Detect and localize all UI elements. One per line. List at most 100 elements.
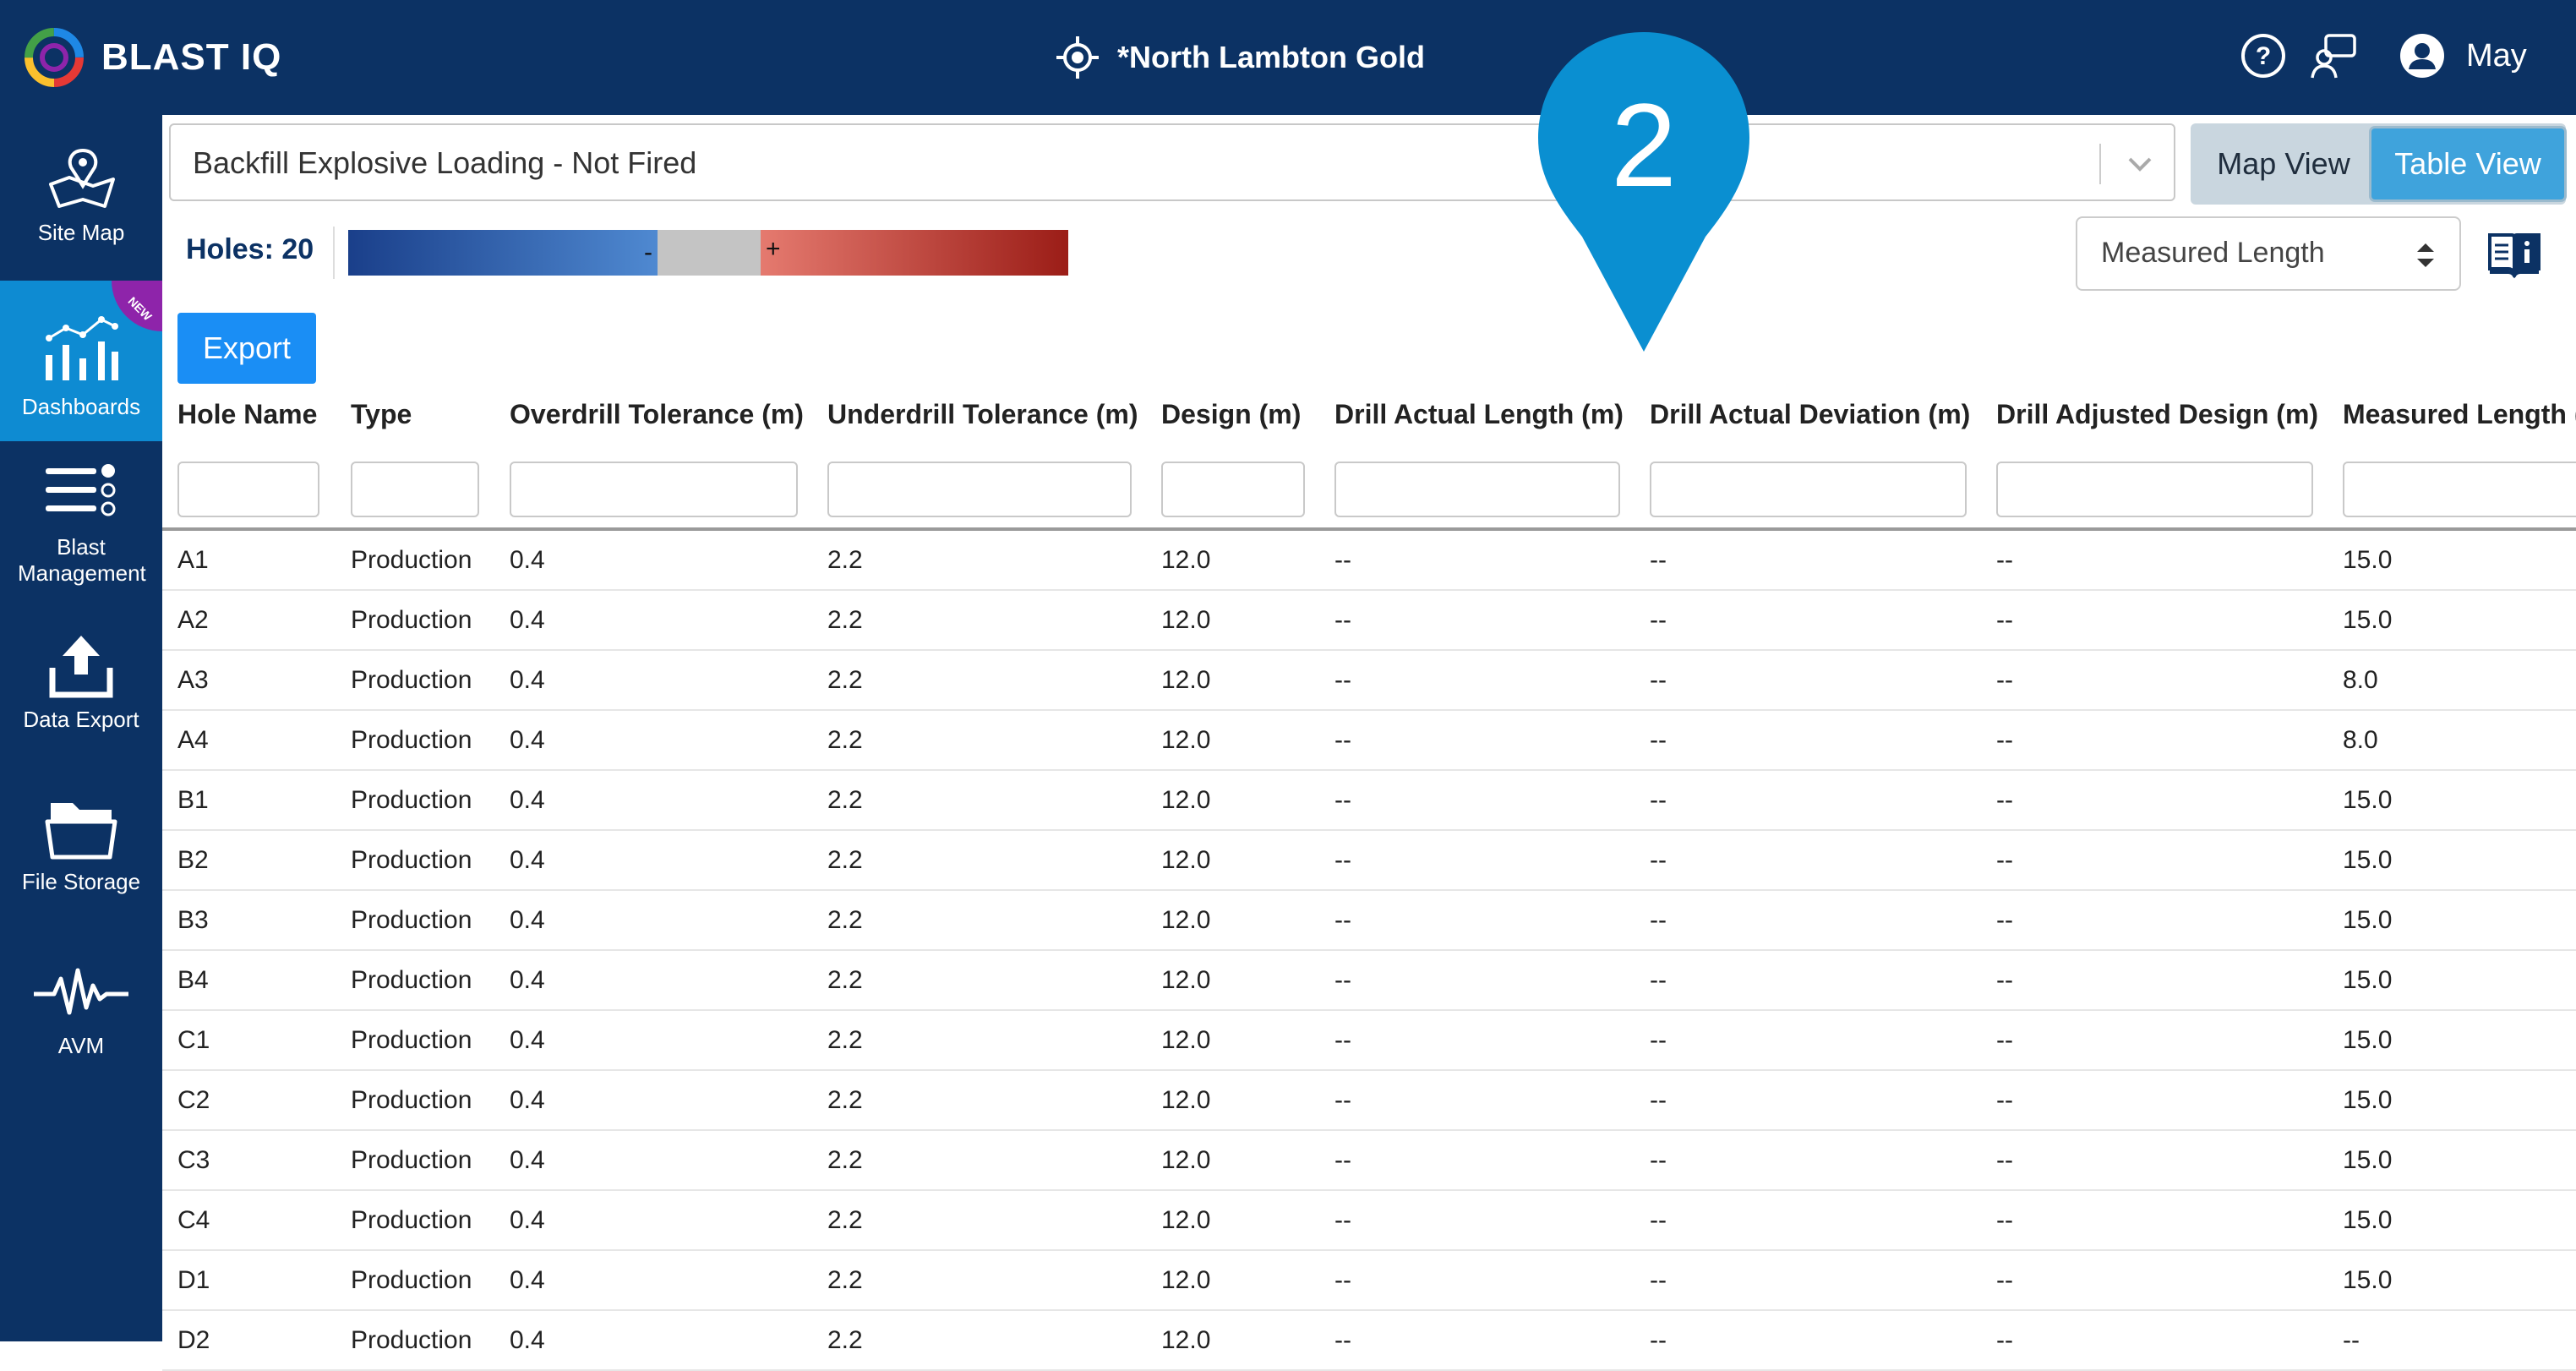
column-header-drill-actual-deviation[interactable]: Drill Actual Deviation (m)	[1650, 399, 1970, 430]
measure-select[interactable]: Measured Length	[2076, 216, 2461, 291]
filter-input-hole-name[interactable]	[177, 462, 319, 517]
blastiq-logo[interactable]: BLAST IQ	[20, 24, 281, 91]
table-row[interactable]: A4 Production 0.4 2.2 12.0 -- -- -- 8.0	[162, 711, 2576, 771]
sidebar-item-blast-management[interactable]: Blast Management	[0, 462, 162, 605]
cell-design: 12.0	[1161, 546, 1211, 574]
cell-overdrill-tolerance: 0.4	[510, 606, 545, 634]
export-button[interactable]: Export	[177, 313, 316, 384]
filter-input-overdrill-tolerance[interactable]	[510, 462, 798, 517]
chevron-down-icon[interactable]	[2120, 144, 2160, 184]
cell-overdrill-tolerance: 0.4	[510, 906, 545, 934]
table-row[interactable]: B1 Production 0.4 2.2 12.0 -- -- -- 15.0	[162, 771, 2576, 831]
column-header-design[interactable]: Design (m)	[1161, 399, 1301, 430]
cell-measured-length: 8.0	[2343, 666, 2378, 694]
sidebar: Site Map NEW Dashboards Blast Management	[0, 115, 162, 1341]
table-row[interactable]: B4 Production 0.4 2.2 12.0 -- -- -- 15.0	[162, 951, 2576, 1011]
cell-measured-length: 15.0	[2343, 1266, 2393, 1294]
legend-mid-segment	[658, 230, 761, 276]
filter-input-measured-length[interactable]	[2343, 462, 2576, 517]
table-row[interactable]: C1 Production 0.4 2.2 12.0 -- -- -- 15.0	[162, 1011, 2576, 1071]
cell-measured-length: 8.0	[2343, 726, 2378, 754]
cell-drill-actual-length: --	[1334, 546, 1351, 574]
sidebar-item-label: Site Map	[37, 220, 125, 245]
table-row[interactable]: B2 Production 0.4 2.2 12.0 -- -- -- 15.0	[162, 831, 2576, 891]
user-menu[interactable]: May	[2399, 29, 2527, 83]
cell-underdrill-tolerance: 2.2	[827, 606, 863, 634]
info-book-icon[interactable]	[2486, 227, 2542, 279]
cell-underdrill-tolerance: 2.2	[827, 726, 863, 754]
cell-design: 12.0	[1161, 1146, 1211, 1174]
map-view-button[interactable]: Map View	[2201, 128, 2366, 199]
feedback-icon[interactable]	[2311, 32, 2358, 79]
table-row[interactable]: B3 Production 0.4 2.2 12.0 -- -- -- 15.0	[162, 891, 2576, 951]
filter-input-design[interactable]	[1161, 462, 1305, 517]
table-row[interactable]: C2 Production 0.4 2.2 12.0 -- -- -- 15.0	[162, 1071, 2576, 1131]
cell-drill-adjusted-design: --	[1996, 1326, 2013, 1354]
column-header-drill-actual-length[interactable]: Drill Actual Length (m)	[1334, 399, 1624, 430]
folder-icon	[45, 803, 117, 860]
table-row[interactable]: D1 Production 0.4 2.2 12.0 -- -- -- 15.0	[162, 1251, 2576, 1311]
sidebar-item-data-export[interactable]: Data Export	[0, 634, 162, 761]
sidebar-item-dashboards[interactable]: NEW Dashboards	[0, 281, 162, 441]
cell-drill-actual-deviation: --	[1650, 666, 1667, 694]
cell-overdrill-tolerance: 0.4	[510, 726, 545, 754]
sort-arrows-icon	[2417, 243, 2434, 267]
cell-underdrill-tolerance: 2.2	[827, 1026, 863, 1054]
table-row[interactable]: C3 Production 0.4 2.2 12.0 -- -- -- 15.0	[162, 1131, 2576, 1191]
column-header-type[interactable]: Type	[351, 399, 412, 430]
site-selector[interactable]: *North Lambton Gold	[1055, 30, 1425, 85]
cell-drill-actual-deviation: --	[1650, 846, 1667, 874]
cell-hole-name: B1	[177, 786, 209, 814]
table-row[interactable]: A3 Production 0.4 2.2 12.0 -- -- -- 8.0	[162, 651, 2576, 711]
cell-measured-length: 15.0	[2343, 1086, 2393, 1114]
measure-select-value: Measured Length	[2101, 237, 2325, 269]
cell-drill-actual-deviation: --	[1650, 1086, 1667, 1114]
cell-measured-length: --	[2343, 1326, 2360, 1354]
sidebar-item-site-map[interactable]: Site Map	[0, 147, 162, 274]
sidebar-item-file-storage[interactable]: File Storage	[0, 796, 162, 923]
step-marker-pin: 2	[1538, 32, 1749, 352]
column-header-drill-adjusted-design[interactable]: Drill Adjusted Design (m)	[1996, 399, 2318, 430]
brand-name: BLAST IQ	[101, 36, 282, 78]
column-header-hole-name[interactable]: Hole Name	[177, 399, 317, 430]
cell-hole-name: D1	[177, 1266, 210, 1294]
table-row[interactable]: C4 Production 0.4 2.2 12.0 -- -- -- 15.0	[162, 1191, 2576, 1251]
cell-hole-name: A3	[177, 666, 209, 694]
legend-high-segment: +	[761, 230, 1068, 276]
cell-underdrill-tolerance: 2.2	[827, 846, 863, 874]
table-row[interactable]: A1 Production 0.4 2.2 12.0 -- -- -- 15.0	[162, 531, 2576, 591]
column-header-underdrill-tolerance[interactable]: Underdrill Tolerance (m)	[827, 399, 1138, 430]
filter-input-type[interactable]	[351, 462, 479, 517]
sidebar-item-label: AVM	[57, 1033, 105, 1058]
cell-design: 12.0	[1161, 1326, 1211, 1354]
cell-hole-name: A1	[177, 546, 209, 574]
cell-type: Production	[351, 966, 472, 994]
blast-select[interactable]: Backfill Explosive Loading - Not Fired	[169, 123, 2175, 201]
cell-drill-actual-deviation: --	[1650, 606, 1667, 634]
cell-measured-length: 15.0	[2343, 906, 2393, 934]
crosshair-icon	[1056, 36, 1099, 79]
cell-design: 12.0	[1161, 1026, 1211, 1054]
sidebar-item-avm[interactable]: AVM	[0, 960, 162, 1087]
cell-drill-actual-length: --	[1334, 1206, 1351, 1234]
help-icon[interactable]: ?	[2240, 32, 2287, 79]
cell-underdrill-tolerance: 2.2	[827, 1326, 863, 1354]
table-row[interactable]: A2 Production 0.4 2.2 12.0 -- -- -- 15.0	[162, 591, 2576, 651]
cell-drill-adjusted-design: --	[1996, 1146, 2013, 1174]
cell-design: 12.0	[1161, 786, 1211, 814]
filter-input-underdrill-tolerance[interactable]	[827, 462, 1132, 517]
cell-type: Production	[351, 606, 472, 634]
filter-input-drill-adjusted-design[interactable]	[1996, 462, 2313, 517]
cell-drill-actual-length: --	[1334, 906, 1351, 934]
holes-count: Holes: 20	[186, 233, 314, 265]
cell-measured-length: 15.0	[2343, 846, 2393, 874]
column-header-measured-length[interactable]: Measured Length (m	[2343, 399, 2576, 430]
table-view-button[interactable]: Table View	[2371, 128, 2564, 199]
filter-input-drill-actual-deviation[interactable]	[1650, 462, 1967, 517]
cell-drill-actual-length: --	[1334, 1146, 1351, 1174]
logo-ring-icon	[25, 28, 84, 87]
cell-design: 12.0	[1161, 1206, 1211, 1234]
cell-drill-adjusted-design: --	[1996, 846, 2013, 874]
filter-input-drill-actual-length[interactable]	[1334, 462, 1620, 517]
column-header-overdrill-tolerance[interactable]: Overdrill Tolerance (m)	[510, 399, 804, 430]
